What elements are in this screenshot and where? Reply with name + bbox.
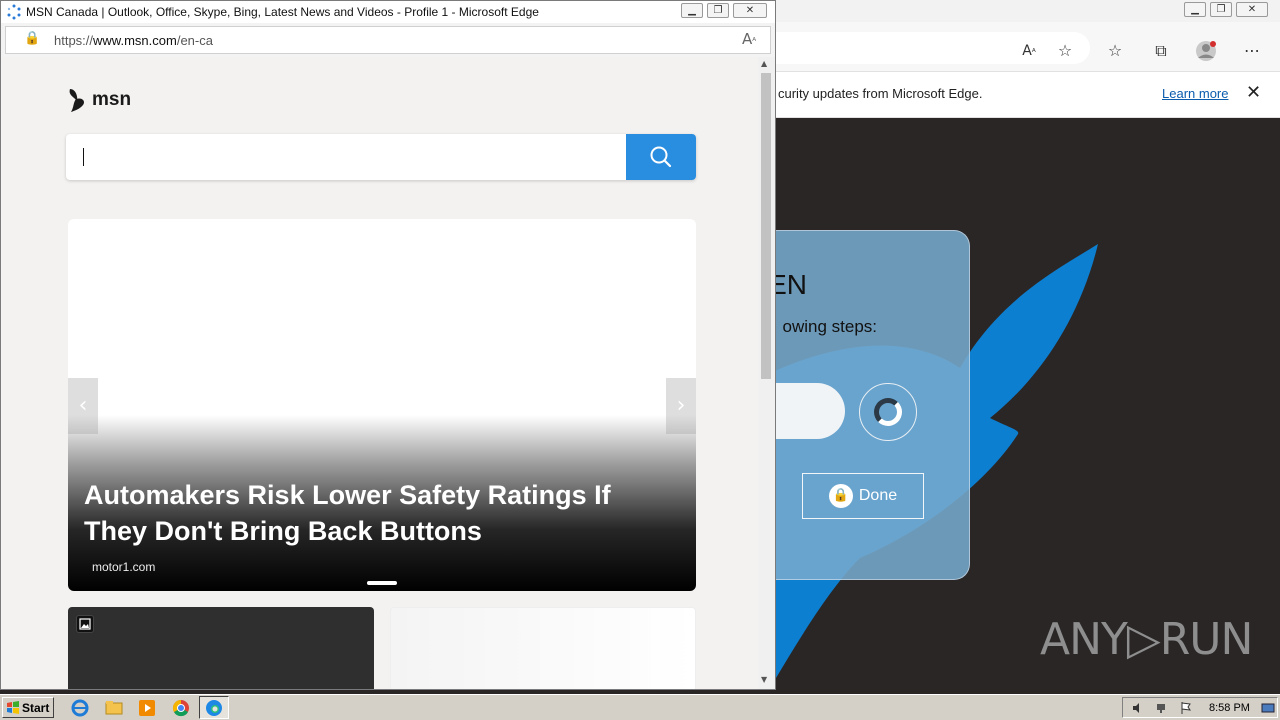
add-favorite-icon[interactable]: ☆: [1054, 40, 1076, 62]
show-desktop-icon[interactable]: [1261, 701, 1275, 715]
url-scheme: https://: [54, 33, 94, 48]
folder-icon[interactable]: [104, 698, 124, 718]
popup-close-button[interactable]: ✕: [733, 3, 767, 18]
edge-taskbar-button[interactable]: [199, 696, 229, 719]
anyrun-watermark: ANY▷RUN: [1040, 614, 1253, 665]
padlock-icon: 🔒: [24, 31, 41, 46]
lock-icon: 🔒: [828, 484, 853, 508]
msn-logo[interactable]: msn: [66, 87, 131, 113]
text-caret: [83, 148, 84, 166]
taskbar: Start 8:58 PM: [0, 694, 1280, 720]
start-button[interactable]: Start: [2, 697, 54, 718]
popup-restore-button[interactable]: ❐: [707, 3, 729, 18]
popup-titlebar: MSN Canada | Outlook, Office, Skype, Bin…: [1, 1, 775, 23]
msn-popup-window: MSN Canada | Outlook, Office, Skype, Bin…: [0, 0, 776, 690]
hero-source: motor1.com: [92, 560, 156, 574]
news-card[interactable]: [390, 607, 696, 689]
hero-carousel[interactable]: ‹ › Automakers Risk Lower Safety Ratings…: [68, 219, 696, 591]
start-label: Start: [22, 700, 50, 715]
popup-window-title: MSN Canada | Outlook, Office, Skype, Bin…: [26, 5, 539, 19]
popup-address-bar[interactable]: 🔒 https://www.msn.com/en-ca Aᴬ: [5, 26, 771, 54]
more-menu-icon[interactable]: ⋯: [1241, 40, 1263, 62]
restore-button[interactable]: ❐: [1210, 2, 1232, 17]
search-icon: [650, 146, 672, 168]
carousel-prev-button[interactable]: ‹: [68, 378, 98, 434]
windows-logo-icon: [7, 700, 19, 714]
learn-more-link[interactable]: Learn more: [1162, 86, 1228, 101]
close-icon[interactable]: ✕: [1246, 82, 1261, 103]
close-button[interactable]: ✕: [1236, 2, 1268, 17]
done-button[interactable]: 🔒 Done: [802, 473, 924, 519]
loading-spinner-icon: [874, 398, 902, 426]
search-box: [66, 134, 696, 180]
popup-minimize-button[interactable]: ▁: [681, 3, 703, 18]
internet-explorer-icon[interactable]: [70, 698, 90, 718]
scroll-down-icon[interactable]: ▼: [761, 675, 767, 684]
minimize-button[interactable]: ▁: [1184, 2, 1206, 17]
carousel-next-button[interactable]: ›: [666, 378, 696, 434]
chrome-icon[interactable]: [171, 698, 191, 718]
scroll-up-icon[interactable]: ▲: [761, 59, 767, 68]
msn-butterfly-icon: [69, 89, 85, 112]
hero-headline[interactable]: Automakers Risk Lower Safety Ratings If …: [84, 477, 664, 549]
carousel-indicator[interactable]: [367, 581, 397, 585]
network-icon[interactable]: [1155, 701, 1169, 715]
url-path: /en-ca: [176, 33, 213, 48]
system-tray: 8:58 PM: [1122, 697, 1278, 718]
popup-url[interactable]: https://www.msn.com/en-ca: [54, 33, 213, 48]
image-gallery-icon: [76, 615, 94, 633]
infobar-message: curity updates from Microsoft Edge.: [778, 86, 983, 101]
search-input[interactable]: [80, 142, 620, 172]
clock[interactable]: 8:58 PM: [1209, 702, 1250, 714]
edge-icon: [206, 700, 222, 716]
favorites-icon[interactable]: ☆: [1104, 40, 1126, 62]
msn-page: msn ‹ › Automakers Risk Lower Safety Rat…: [2, 57, 758, 689]
search-button[interactable]: [626, 134, 696, 180]
news-card[interactable]: [68, 607, 374, 689]
msn-logo-text: msn: [92, 89, 132, 110]
volume-icon[interactable]: [1131, 701, 1145, 715]
read-aloud-icon[interactable]: Aᴬ: [742, 30, 756, 48]
media-player-icon[interactable]: [137, 698, 157, 718]
url-domain: www.msn.com: [93, 33, 177, 48]
edge-loading-icon: [7, 4, 21, 20]
vertical-scrollbar[interactable]: ▲ ▼: [758, 57, 775, 689]
profile-avatar-icon[interactable]: [1195, 40, 1217, 62]
scroll-thumb[interactable]: [761, 73, 771, 379]
read-aloud-icon[interactable]: Aᴬ: [1018, 40, 1040, 62]
done-label: Done: [858, 487, 898, 504]
flag-icon[interactable]: [1179, 701, 1193, 715]
collections-icon[interactable]: ⧉: [1150, 40, 1172, 62]
